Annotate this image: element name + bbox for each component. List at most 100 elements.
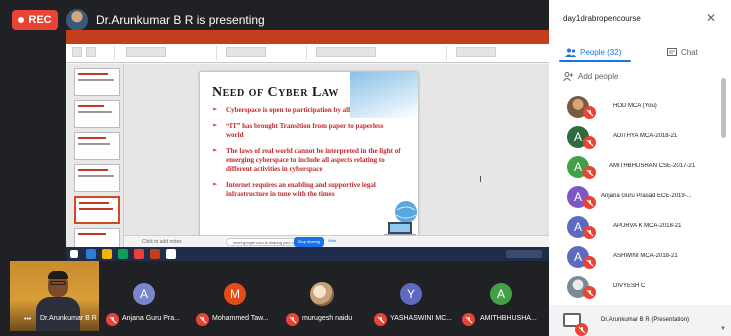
participant-name: APURVA K MCA-2018-21 xyxy=(613,223,682,229)
mic-off-icon xyxy=(583,136,596,149)
self-tile-name: Dr.Arunkumar B R xyxy=(40,315,97,322)
participant-row[interactable]: A Anjana Guru Prasad ECE-2019-... xyxy=(563,184,719,212)
recording-label: REC xyxy=(28,14,52,26)
windows-taskbar xyxy=(66,247,549,261)
people-icon xyxy=(565,48,576,57)
mic-off-icon xyxy=(106,313,119,326)
participant-tile[interactable]: A AMITHBHUSHA... xyxy=(460,261,548,331)
participant-tile[interactable]: A Anjana Guru Pra... xyxy=(100,261,188,331)
drawing-shapes-icon xyxy=(316,47,376,57)
app-icon[interactable] xyxy=(118,249,128,259)
mic-off-icon xyxy=(575,323,588,336)
mic-off-icon xyxy=(583,166,596,179)
participant-name: Anjana Guru Prasad ECE-2019-... xyxy=(601,193,692,199)
panel-scrollbar[interactable] xyxy=(721,78,726,138)
presentation-row[interactable]: Dr.Arunkumar B R (Presentation) xyxy=(549,305,731,336)
mic-off-icon xyxy=(583,196,596,209)
slide-thumbnail[interactable] xyxy=(74,100,120,128)
font-box-icon xyxy=(126,47,166,57)
ribbon-divider xyxy=(446,46,447,60)
shared-screen[interactable]: Need of Cyber Law Cyberspace is open to … xyxy=(66,30,549,261)
participant-row[interactable]: A APURVA K MCA-2018-21 xyxy=(563,214,719,242)
slide-thumbnail-selected[interactable] xyxy=(74,196,120,224)
slide-bullet: Internet requires an enabling and suppor… xyxy=(212,181,402,199)
ppt-tabs xyxy=(66,38,549,44)
tab-people-label: People (32) xyxy=(580,47,622,57)
participant-name: Mohammed Taw... xyxy=(212,315,269,322)
participant-row[interactable]: A ASHWINI MCA-2018-21 xyxy=(563,244,719,272)
system-tray xyxy=(506,250,542,258)
chrome-icon[interactable] xyxy=(134,249,144,259)
slide-thumbnail[interactable] xyxy=(74,228,120,248)
notes-bar[interactable]: Click to add notes xyxy=(124,235,549,247)
participant-tile[interactable]: M Mohammed Taw... xyxy=(190,261,278,331)
participant-row[interactable]: A AMITHBHUSHAN CSE-2017-21 xyxy=(563,154,719,182)
windows-start-icon[interactable] xyxy=(70,250,78,258)
presenter-avatar xyxy=(66,9,88,31)
participant-name: HOD MCA (You) xyxy=(613,103,657,109)
laptop-globe-illustration xyxy=(384,201,417,237)
participant-tile[interactable]: Y YASHASWINI MC... xyxy=(370,261,458,331)
meeting-title: day1drabropencourse xyxy=(563,14,641,23)
ribbon-divider xyxy=(114,46,115,60)
mic-off-icon xyxy=(462,313,475,326)
hide-button[interactable]: Hide xyxy=(328,238,336,243)
presentation-name: Dr.Arunkumar B R (Presentation) xyxy=(601,317,690,323)
new-slide-icon xyxy=(86,47,96,57)
slide-thumbnails xyxy=(66,64,124,253)
mic-off-icon xyxy=(583,286,596,299)
participant-avatar: A xyxy=(133,283,155,305)
people-panel: day1drabropencourse ✕ People (32) Chat A… xyxy=(549,0,731,336)
participant-name: ASHWINI MCA-2018-21 xyxy=(613,253,678,259)
slide-title: Need of Cyber Law xyxy=(212,85,339,100)
app-icon[interactable] xyxy=(166,249,176,259)
participant-name: DIVYESH C xyxy=(613,283,646,289)
mic-off-icon xyxy=(374,313,387,326)
glasses-icon xyxy=(50,281,66,285)
slide-thumbnail[interactable] xyxy=(74,164,120,192)
participant-tile[interactable]: murugesh naidu xyxy=(280,261,368,331)
participant-photo xyxy=(310,282,334,306)
self-video-tile[interactable]: ••• Dr.Arunkumar B R xyxy=(10,261,99,331)
meet-window: REC Dr.Arunkumar B R is presenting Need … xyxy=(0,0,731,336)
mic-off-icon xyxy=(583,226,596,239)
editing-icon xyxy=(456,47,496,57)
participant-name: AMITHBHUSHAN CSE-2017-21 xyxy=(609,163,696,169)
participant-strip: ••• Dr.Arunkumar B R A Anjana Guru Pra..… xyxy=(0,261,549,336)
slide-bullet-list: Cyberspace is open to participation by a… xyxy=(212,106,402,206)
add-person-icon xyxy=(563,72,573,81)
slide-bullet: Cyberspace is open to participation by a… xyxy=(212,106,402,115)
person-body xyxy=(36,297,80,331)
tab-people[interactable]: People (32) xyxy=(565,44,621,60)
ribbon-divider xyxy=(306,46,307,60)
edge-icon[interactable] xyxy=(86,249,96,259)
slide-thumbnail[interactable] xyxy=(74,68,120,96)
powerpoint-icon[interactable] xyxy=(150,249,160,259)
close-icon[interactable]: ✕ xyxy=(703,10,719,26)
paste-icon xyxy=(72,47,82,57)
mic-off-icon xyxy=(196,313,209,326)
participant-row[interactable]: A ADITHYA MCA-2018-21 xyxy=(563,124,719,152)
slide-thumbnail[interactable] xyxy=(74,132,120,160)
add-people-label: Add people xyxy=(578,72,619,81)
tab-chat[interactable]: Chat xyxy=(667,44,698,60)
participant-name: Anjana Guru Pra... xyxy=(122,315,180,322)
current-slide: Need of Cyber Law Cyberspace is open to … xyxy=(200,72,418,250)
scroll-down-icon[interactable]: ▼ xyxy=(720,326,726,332)
slide-bullet: The laws of real world cannot be interpr… xyxy=(212,147,402,174)
add-people-button[interactable]: Add people xyxy=(563,72,618,81)
participant-name: YASHASWINI MC... xyxy=(390,315,453,322)
mic-off-icon xyxy=(583,106,596,119)
more-options-icon[interactable]: ••• xyxy=(24,316,31,323)
ppt-ribbon xyxy=(66,30,549,63)
person-hair xyxy=(48,271,68,279)
tab-chat-label: Chat xyxy=(681,47,698,57)
stop-sharing-button[interactable]: Stop sharing xyxy=(294,237,324,247)
participant-name: murugesh naidu xyxy=(302,315,353,322)
participant-row[interactable]: DIVYESH C xyxy=(563,274,719,302)
recording-badge: REC xyxy=(12,10,58,30)
participant-row[interactable]: HOD MCA (You) xyxy=(563,94,719,122)
participant-name: ADITHYA MCA-2018-21 xyxy=(613,133,678,139)
folder-icon[interactable] xyxy=(102,249,112,259)
mic-off-icon xyxy=(583,256,596,269)
